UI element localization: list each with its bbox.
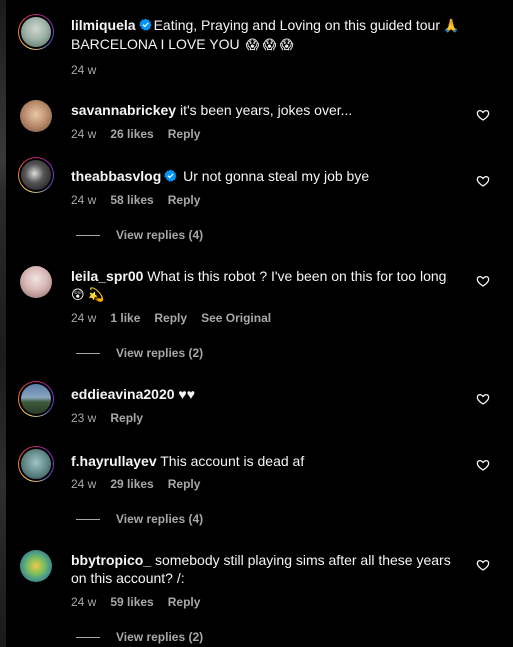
comment-meta: 24 w 58 likes Reply: [71, 192, 214, 208]
comment-body: ♥♥: [178, 386, 196, 402]
caption-body: Eating, Praying and Loving on this guide…: [153, 17, 440, 33]
view-replies-button[interactable]: View replies (2): [76, 345, 203, 361]
view-replies-label: View replies (2): [116, 346, 204, 360]
reply-button[interactable]: Reply: [168, 127, 201, 141]
reply-button[interactable]: Reply: [154, 311, 187, 325]
likes-count[interactable]: 59 likes: [110, 595, 153, 609]
likes-count[interactable]: 58 likes: [110, 193, 153, 207]
view-replies-button[interactable]: View replies (4): [76, 227, 203, 243]
timestamp: 24 w: [71, 595, 97, 609]
avatar[interactable]: [18, 264, 54, 300]
divider-line: [76, 235, 100, 237]
likes-count[interactable]: 26 likes: [110, 127, 153, 141]
heart-icon[interactable]: [476, 458, 490, 472]
comment-body: somebody still playing sims after all th…: [155, 552, 451, 568]
timestamp: 24 w: [71, 127, 97, 141]
avatar[interactable]: [18, 98, 54, 134]
heart-icon[interactable]: [476, 174, 490, 188]
comment-meta: 24 w 59 likes Reply: [71, 594, 214, 610]
verified-badge-icon: [138, 18, 152, 31]
caption-meta: 24 w: [71, 62, 110, 78]
comment-text: savannabrickey it's been years, jokes ov…: [71, 101, 471, 119]
comment-body: What is this robot ? I've been on this f…: [147, 268, 447, 284]
username[interactable]: eddieavina2020: [71, 386, 175, 402]
timestamp: 24 w: [71, 193, 97, 207]
caption-line2: BARCELONA I LOVE YOU: [71, 36, 240, 52]
timestamp: 24 w: [71, 63, 97, 77]
caption-text: lilmiquela Eating, Praying and Loving on …: [71, 16, 471, 54]
avatar[interactable]: [18, 548, 54, 584]
likes-count[interactable]: 1 like: [110, 311, 140, 325]
username[interactable]: theabbasvlog: [71, 168, 161, 184]
reply-button[interactable]: Reply: [168, 193, 201, 207]
comment-body: it's been years, jokes over...: [179, 102, 353, 118]
verified-badge-icon: [164, 169, 177, 182]
comment-meta: 24 w 1 like Reply See Original: [71, 310, 285, 326]
emoji-group: 😱 😱 😱: [245, 37, 294, 52]
see-original-button[interactable]: See Original: [201, 311, 271, 325]
comment-text: f.hayrullayev This account is dead af: [71, 452, 471, 470]
view-replies-label: View replies (4): [116, 512, 204, 526]
username[interactable]: lilmiquela: [71, 17, 136, 33]
heart-icon[interactable]: [476, 274, 490, 288]
view-replies-button[interactable]: View replies (4): [76, 511, 203, 527]
reply-button[interactable]: Reply: [110, 411, 143, 425]
comment-meta: 24 w 29 likes Reply: [71, 476, 214, 492]
view-replies-label: View replies (2): [116, 630, 204, 644]
heart-icon[interactable]: [476, 392, 490, 406]
view-replies-button[interactable]: View replies (2): [76, 629, 203, 645]
divider-line: [76, 637, 100, 639]
comment-text: leila_spr00 What is this robot ? I've be…: [71, 267, 471, 304]
divider-line: [76, 519, 100, 521]
timestamp: 23 w: [71, 411, 97, 425]
comment-meta: 23 w Reply: [71, 410, 157, 426]
comment-body-line2: on this account? /:: [71, 570, 185, 586]
username[interactable]: leila_spr00: [71, 268, 143, 284]
username[interactable]: bbytropico_: [71, 552, 151, 568]
comment-body: This account is dead af: [160, 453, 305, 469]
reply-button[interactable]: Reply: [168, 477, 201, 491]
pray-emoji: 🙏: [443, 18, 460, 33]
avatar[interactable]: [18, 157, 54, 193]
reply-button[interactable]: Reply: [168, 595, 201, 609]
view-replies-label: View replies (4): [116, 228, 204, 242]
username[interactable]: f.hayrullayev: [71, 453, 157, 469]
username[interactable]: savannabrickey: [71, 102, 176, 118]
heart-icon[interactable]: [476, 108, 490, 122]
comment-text: bbytropico_ somebody still playing sims …: [71, 551, 471, 587]
avatar[interactable]: [18, 381, 54, 417]
emoji-group: 😲 💫: [71, 287, 105, 302]
comment-meta: 24 w 26 likes Reply: [71, 126, 214, 142]
background-edge: [0, 0, 6, 647]
avatar[interactable]: [18, 14, 54, 50]
divider-line: [76, 353, 100, 355]
heart-icon[interactable]: [476, 558, 490, 572]
comment-body: Ur not gonna steal my job bye: [183, 168, 370, 184]
timestamp: 24 w: [71, 311, 97, 325]
avatar[interactable]: [18, 446, 54, 482]
timestamp: 24 w: [71, 477, 97, 491]
likes-count[interactable]: 29 likes: [110, 477, 153, 491]
comment-text: theabbasvlog Ur not gonna steal my job b…: [71, 167, 471, 185]
comment-text: eddieavina2020 ♥♥: [71, 385, 471, 403]
